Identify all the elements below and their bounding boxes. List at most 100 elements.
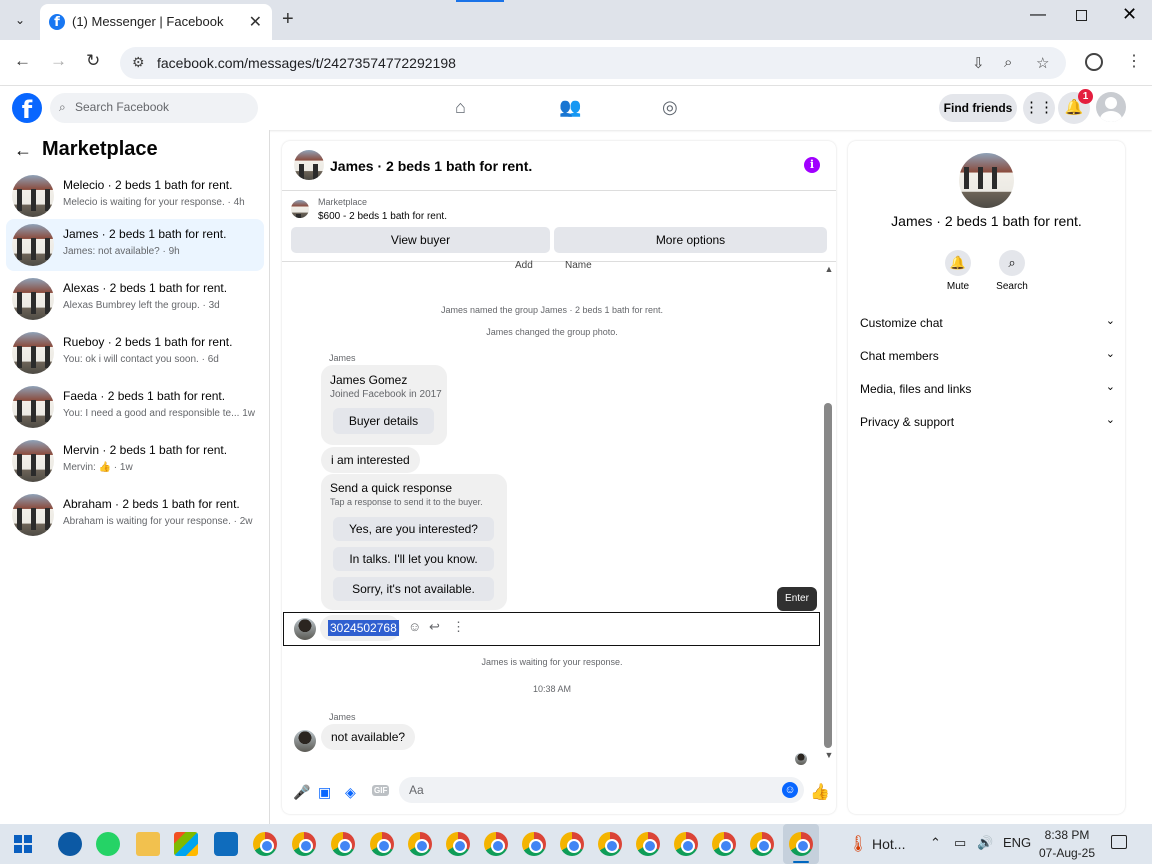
quick-response-button[interactable]: In talks. I'll let you know. — [333, 547, 494, 571]
address-bar[interactable]: ⚙ facebook.com/messages/t/24273574772292… — [120, 47, 1066, 79]
more-icon[interactable]: ⋮ — [452, 619, 465, 635]
message-input[interactable] — [399, 777, 804, 803]
browser-tab[interactable]: f (1) Messenger | Facebook ✕ — [40, 4, 272, 40]
chrome-icon[interactable] — [408, 832, 432, 856]
conversation-item[interactable]: Rueboy · 2 beds 1 bath for rent. You: ok… — [6, 327, 264, 379]
chrome-icon[interactable] — [598, 832, 622, 856]
network-icon[interactable]: ▭ — [954, 835, 966, 851]
section-privacy-support[interactable]: Privacy & support ⌄ — [860, 411, 1115, 435]
chat-thumbnail[interactable] — [294, 150, 324, 180]
section-chat-members[interactable]: Chat members ⌄ — [860, 345, 1115, 369]
bookmark-star-icon[interactable]: ☆ — [1036, 54, 1049, 72]
tray-chevron-icon[interactable]: ⌃ — [930, 835, 941, 851]
outlook-icon[interactable] — [214, 832, 238, 856]
clock-date[interactable]: 07-Aug-25 — [1036, 846, 1098, 860]
maximize-icon[interactable] — [1076, 10, 1087, 21]
conversation-item[interactable]: Mervin · 2 beds 1 bath for rent. Mervin:… — [6, 435, 264, 487]
gif-icon[interactable]: GIF — [372, 785, 390, 796]
section-media-files-links[interactable]: Media, files and links ⌄ — [860, 378, 1115, 402]
conversation-item[interactable]: Alexas · 2 beds 1 bath for rent. Alexas … — [6, 273, 264, 325]
edge-icon[interactable] — [58, 832, 82, 856]
chrome-icon[interactable] — [750, 832, 774, 856]
menu-grid-icon[interactable]: ⋮⋮ — [1023, 92, 1055, 124]
minimize-icon[interactable]: — — [1030, 6, 1046, 24]
notification-center-icon[interactable] — [1111, 835, 1127, 849]
microphone-icon[interactable]: 🎤 — [293, 784, 310, 801]
chat-title[interactable]: James · 2 beds 1 bath for rent. — [330, 158, 532, 174]
account-avatar[interactable] — [1096, 92, 1126, 122]
groups-icon[interactable]: ◎ — [662, 97, 678, 118]
window-close-icon[interactable]: ✕ — [1122, 4, 1137, 25]
store-icon[interactable] — [174, 832, 198, 856]
sender-avatar[interactable] — [294, 730, 316, 752]
message-bubble[interactable]: not available? — [321, 724, 416, 750]
chrome-icon[interactable] — [253, 832, 277, 856]
windows-start-icon[interactable] — [14, 835, 32, 853]
scroll-up-icon[interactable]: ▲ — [822, 264, 836, 274]
scroll-down-icon[interactable]: ▼ — [822, 750, 836, 760]
quick-response-button[interactable]: Sorry, it's not available. — [333, 577, 494, 601]
chrome-icon[interactable] — [292, 832, 316, 856]
chrome-icon[interactable] — [446, 832, 470, 856]
focused-message-row[interactable]: 3024502768 ☺ ↩ ⋮ — [283, 612, 820, 646]
close-tab-icon[interactable]: ✕ — [249, 12, 262, 32]
sender-avatar[interactable] — [294, 618, 316, 640]
section-customize-chat[interactable]: Customize chat ⌄ — [860, 312, 1115, 336]
emoji-icon[interactable]: ☺ — [782, 782, 798, 798]
new-tab-icon[interactable]: + — [282, 8, 294, 31]
conversation-item[interactable]: Faeda · 2 beds 1 bath for rent. You: I n… — [6, 381, 264, 433]
chrome-icon[interactable] — [674, 832, 698, 856]
listing-price-title[interactable]: $600 - 2 beds 1 bath for rent. — [318, 211, 447, 222]
chrome-icon[interactable] — [712, 832, 736, 856]
quick-response-button[interactable]: Yes, are you interested? — [333, 517, 494, 541]
thumbs-up-icon[interactable]: 👍 — [810, 782, 830, 802]
conversation-item-active[interactable]: James · 2 beds 1 bath for rent. James: n… — [6, 219, 264, 271]
file-explorer-icon[interactable] — [136, 832, 160, 856]
view-buyer-button[interactable]: View buyer — [291, 227, 550, 253]
install-app-icon[interactable]: ⇩ — [972, 54, 985, 72]
react-icon[interactable]: ☺ — [408, 619, 421, 634]
back-icon[interactable]: ← — [14, 51, 31, 71]
chrome-icon[interactable] — [484, 832, 508, 856]
language-indicator[interactable]: ENG — [1003, 835, 1031, 850]
conversation-item[interactable]: Abraham · 2 beds 1 bath for rent. Abraha… — [6, 489, 264, 541]
photo-icon[interactable]: ▣ — [318, 784, 331, 801]
facebook-search[interactable]: ⌕ — [50, 93, 258, 123]
site-info-icon[interactable]: ⚙ — [132, 54, 145, 71]
bell-icon[interactable]: 🔔 — [945, 250, 971, 276]
mute-action[interactable]: 🔔 Mute — [928, 250, 988, 292]
whatsapp-icon[interactable] — [96, 832, 120, 856]
zoom-icon[interactable]: ⌕ — [1004, 54, 1012, 71]
chrome-icon[interactable] — [522, 832, 546, 856]
url-text[interactable]: facebook.com/messages/t/2427357477229219… — [157, 55, 456, 71]
buyer-details-button[interactable]: Buyer details — [333, 408, 434, 434]
facebook-logo-icon[interactable]: f — [12, 93, 42, 124]
more-options-button[interactable]: More options — [554, 227, 827, 253]
chrome-icon[interactable] — [331, 832, 355, 856]
forward-icon[interactable]: → — [50, 51, 67, 71]
friends-icon[interactable]: 👥 — [559, 97, 581, 118]
info-icon[interactable]: i — [804, 157, 820, 173]
clock-time[interactable]: 8:38 PM — [1042, 828, 1092, 842]
browser-menu-icon[interactable]: ⋮ — [1126, 51, 1142, 71]
chrome-icon-active[interactable] — [789, 832, 813, 856]
chrome-icon[interactable] — [370, 832, 394, 856]
search-icon[interactable]: ⌕ — [999, 250, 1025, 276]
weather-text[interactable]: Hot... — [872, 836, 905, 852]
reload-icon[interactable]: ↻ — [86, 51, 100, 71]
find-friends-button[interactable]: Find friends — [939, 94, 1017, 122]
message-bubble[interactable]: i am interested — [321, 447, 420, 473]
conversation-item[interactable]: Melecio · 2 beds 1 bath for rent. Meleci… — [6, 170, 264, 222]
scrollbar-thumb[interactable] — [824, 403, 832, 748]
back-arrow-icon[interactable]: ← — [14, 140, 32, 161]
sticker-icon[interactable]: ◈ — [345, 784, 356, 801]
facebook-search-input[interactable] — [75, 100, 245, 114]
search-action[interactable]: ⌕ Search — [982, 250, 1042, 292]
home-icon[interactable]: ⌂ — [455, 97, 466, 118]
browser-profile-icon[interactable] — [1085, 53, 1103, 71]
chrome-icon[interactable] — [560, 832, 584, 856]
selected-message-text[interactable]: 3024502768 — [328, 620, 399, 636]
chrome-icon[interactable] — [636, 832, 660, 856]
volume-icon[interactable]: 🔊 — [977, 835, 993, 851]
tab-dropdown-icon[interactable]: ⌄ — [8, 8, 32, 32]
